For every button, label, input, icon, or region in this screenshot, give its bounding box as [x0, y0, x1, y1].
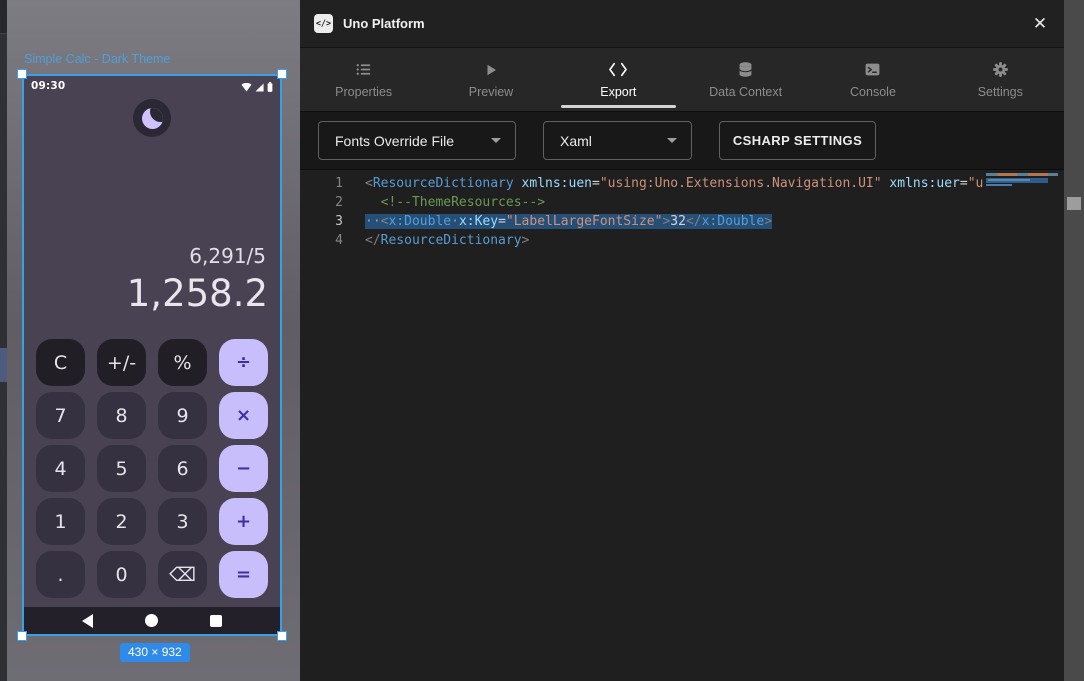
calc-button-2[interactable]: 2 — [97, 498, 146, 545]
canvas-left-scrollbar-track[interactable] — [0, 0, 7, 681]
code-line-4[interactable]: </ResourceDictionary> — [365, 231, 1064, 250]
calc-button-0[interactable]: 0 — [97, 551, 146, 598]
tab-properties[interactable]: Properties — [300, 48, 427, 111]
calc-button-8[interactable]: 8 — [97, 392, 146, 439]
panel-tabs: Properties Preview Export Data Context Conso… — [300, 48, 1064, 112]
tab-settings[interactable]: Settings — [937, 48, 1064, 111]
panel-title: Uno Platform — [343, 16, 425, 31]
calc-button-7[interactable]: 7 — [36, 392, 85, 439]
wifi-icon — [241, 77, 252, 96]
properties-list-icon — [355, 61, 372, 79]
minimap-line — [986, 173, 1058, 176]
calc-button-clear[interactable]: C — [36, 339, 85, 386]
calc-button-6[interactable]: 6 — [158, 445, 207, 492]
terminal-icon — [864, 61, 881, 79]
csharp-settings-button[interactable]: CSHARP SETTINGS — [719, 121, 876, 160]
tab-export[interactable]: Export — [555, 48, 682, 111]
line-number: 2 — [300, 193, 343, 212]
database-icon — [737, 61, 754, 79]
fonts-override-file-select[interactable]: Fonts Override File — [318, 121, 516, 160]
uno-platform-panel: </> Uno Platform ✕ Properties Preview Expo… — [300, 0, 1064, 681]
line-number: 3 — [300, 212, 343, 231]
tab-preview[interactable]: Preview — [427, 48, 554, 111]
active-tab-underline — [561, 105, 676, 108]
design-canvas[interactable]: Simple Calc - Dark Theme 09:30 6,291/5 1… — [0, 0, 300, 681]
tab-label: Properties — [335, 85, 392, 99]
calc-button-5[interactable]: 5 — [97, 445, 146, 492]
calc-button-plus[interactable]: + — [219, 498, 268, 545]
artboard-label[interactable]: Simple Calc - Dark Theme — [24, 52, 170, 66]
calc-button-decimal[interactable]: . — [36, 551, 85, 598]
tab-label: Settings — [978, 85, 1023, 99]
language-select[interactable]: Xaml — [543, 121, 692, 160]
calc-button-4[interactable]: 4 — [36, 445, 85, 492]
window-scrollbar-thumb[interactable] — [1067, 197, 1081, 210]
resize-handle-bottom-right[interactable] — [277, 631, 287, 641]
window-scrollbar-track[interactable] — [1064, 0, 1084, 681]
phone-artboard[interactable]: 09:30 6,291/5 1,258.2 C +/-% ÷ 789 × 456− 123 +… — [22, 74, 282, 636]
calc-button-divide[interactable]: ÷ — [219, 339, 268, 386]
calc-result: 1,258.2 — [127, 272, 268, 315]
code-line-3[interactable]: ··<x:Double·x:Key="LabelLargeFontSize">3… — [365, 212, 1064, 231]
tab-label: Console — [850, 85, 896, 99]
chevron-down-icon — [491, 138, 501, 143]
calc-button-backspace[interactable]: ⌫ — [158, 551, 207, 598]
tab-data-context[interactable]: Data Context — [682, 48, 809, 111]
resize-handle-top-left[interactable] — [17, 69, 27, 79]
canvas-left-scrollbar-thumb[interactable] — [0, 348, 7, 382]
nav-back-icon[interactable] — [82, 614, 93, 628]
code-editor[interactable]: 1234 <ResourceDictionary xmlns:uen="usin… — [300, 170, 1064, 680]
theme-toggle-button[interactable] — [133, 99, 171, 137]
line-number: 4 — [300, 231, 343, 250]
panel-header: </> Uno Platform ✕ — [300, 0, 1064, 48]
calc-expression: 6,291/5 — [189, 244, 266, 268]
language-select-value: Xaml — [560, 133, 592, 149]
status-icons — [241, 77, 273, 96]
calc-keypad: C +/-% ÷ 789 × 456− 123 +. 0 ⌫ = — [36, 339, 268, 598]
tab-label: Data Context — [709, 85, 782, 99]
resize-handle-bottom-left[interactable] — [17, 631, 27, 641]
export-toolbar: Fonts Override File Xaml CSHARP SETTINGS — [300, 112, 1064, 170]
chevron-down-icon — [667, 138, 677, 143]
code-brackets-icon — [608, 61, 628, 79]
tab-console[interactable]: Console — [809, 48, 936, 111]
calc-button-9[interactable]: 9 — [158, 392, 207, 439]
code-line-1[interactable]: <ResourceDictionary xmlns:uen="using:Uno… — [365, 174, 1064, 193]
play-icon — [483, 61, 499, 79]
close-button[interactable]: ✕ — [1026, 10, 1054, 38]
calc-button-3[interactable]: 3 — [158, 498, 207, 545]
calc-button-percent[interactable]: % — [158, 339, 207, 386]
calc-button-1[interactable]: 1 — [36, 498, 85, 545]
nav-recents-icon[interactable] — [210, 615, 222, 627]
gear-icon — [992, 61, 1009, 79]
calc-button-equals[interactable]: = — [219, 551, 268, 598]
status-time: 09:30 — [31, 80, 65, 92]
phone-status-bar: 09:30 — [24, 76, 280, 93]
app-window: Simple Calc - Dark Theme 09:30 6,291/5 1… — [0, 0, 1084, 681]
code-lines[interactable]: <ResourceDictionary xmlns:uen="using:Uno… — [365, 174, 1064, 680]
uno-logo-icon: </> — [314, 14, 333, 33]
signal-icon — [255, 77, 264, 96]
minimap[interactable] — [984, 170, 1060, 680]
calc-button-minus[interactable]: − — [219, 445, 268, 492]
calc-button-multiply[interactable]: × — [219, 392, 268, 439]
minimap-selected-line — [986, 178, 1048, 183]
calc-button-plus-minus[interactable]: +/- — [97, 339, 146, 386]
tab-label: Preview — [469, 85, 513, 99]
canvas-left-strip-top — [0, 0, 7, 34]
code-line-2[interactable]: <!--ThemeResources--> — [365, 193, 1064, 212]
minimap-line — [986, 184, 1012, 186]
tab-label: Export — [600, 85, 636, 99]
nav-home-icon[interactable] — [145, 614, 158, 627]
fonts-override-file-value: Fonts Override File — [335, 133, 454, 149]
line-number: 1 — [300, 174, 343, 193]
resize-handle-top-right[interactable] — [277, 69, 287, 79]
android-nav-bar — [24, 607, 280, 634]
artboard-size-badge: 430 × 932 — [120, 643, 190, 662]
code-gutter: 1234 — [300, 174, 365, 680]
battery-icon — [267, 77, 273, 96]
moon-icon — [142, 108, 163, 129]
